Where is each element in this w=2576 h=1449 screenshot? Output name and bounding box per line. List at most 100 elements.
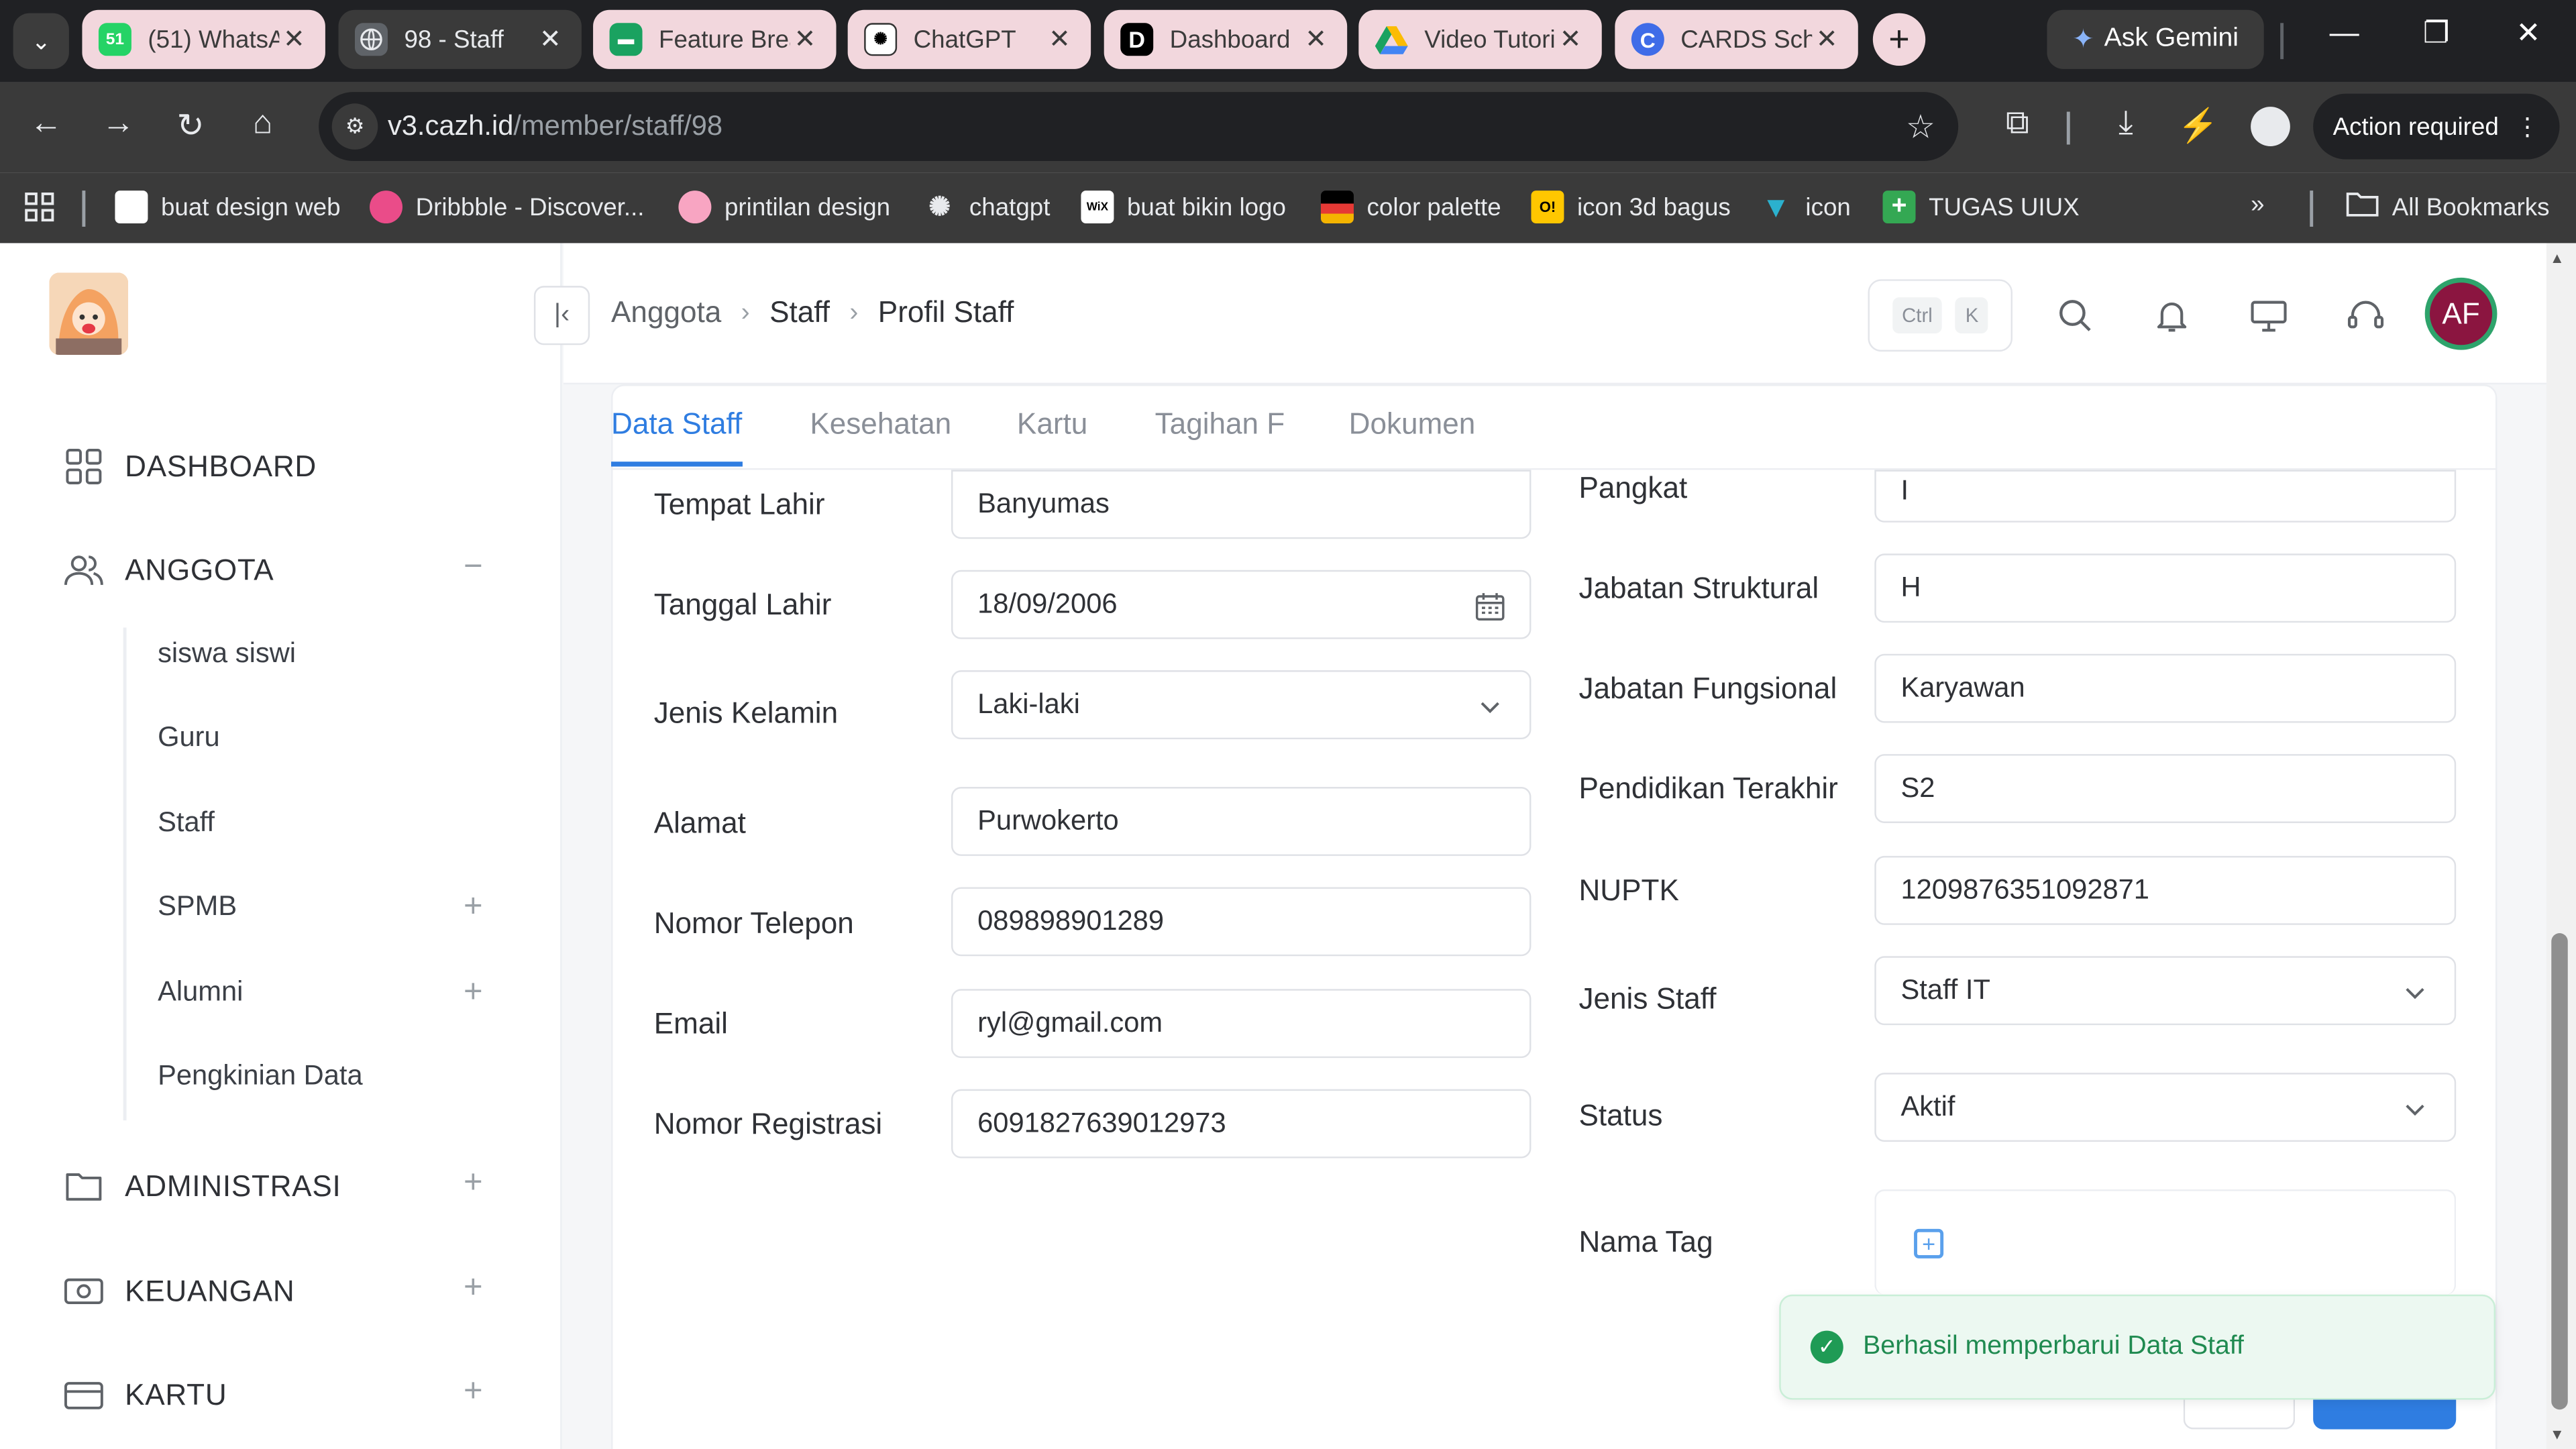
- download-icon[interactable]: ⤓: [2103, 105, 2149, 143]
- expand-kartu-icon[interactable]: +: [457, 1373, 490, 1411]
- alamat-field[interactable]: Purwokerto: [951, 787, 1532, 856]
- field-value: ryl@gmail.com: [977, 1007, 1163, 1038]
- bookmark-item[interactable]: WiX buat bikin logo: [1081, 191, 1286, 224]
- browser-tab-dashboard[interactable]: D Dashboard ✕: [1104, 9, 1348, 69]
- close-icon[interactable]: ✕: [790, 23, 820, 56]
- extensions-icon[interactable]: ⧉: [1994, 105, 2041, 143]
- tab-search-button[interactable]: ⌄: [13, 13, 69, 69]
- jenis-staff-select[interactable]: Staff IT: [1874, 956, 2457, 1026]
- tab-data-staff[interactable]: Data Staff: [611, 407, 743, 467]
- breadcrumb-anggota[interactable]: Anggota: [611, 296, 721, 330]
- close-icon[interactable]: ✕: [1045, 23, 1075, 56]
- search-icon[interactable]: [2055, 296, 2095, 335]
- restore-icon[interactable]: ❐: [2412, 16, 2461, 50]
- expand-keuangan-icon[interactable]: +: [457, 1270, 490, 1307]
- avatar[interactable]: AF: [2424, 277, 2498, 350]
- site-info-icon[interactable]: ⚙: [331, 103, 378, 150]
- close-icon[interactable]: ✕: [1812, 23, 1841, 56]
- collapse-anggota-icon[interactable]: −: [457, 549, 490, 586]
- tab-tagihan[interactable]: Tagihan F: [1155, 407, 1285, 462]
- home-icon[interactable]: ⌂: [240, 105, 286, 143]
- close-icon[interactable]: ✕: [279, 23, 309, 56]
- ask-gemini-button[interactable]: ✦ Ask Gemini: [2047, 9, 2264, 69]
- scroll-down-icon[interactable]: ▼: [2550, 1426, 2565, 1442]
- back-icon[interactable]: ←: [23, 105, 69, 143]
- browser-tab-staff[interactable]: 98 - Staff ✕: [338, 9, 582, 69]
- pendidikan-terakhir-field[interactable]: S2: [1874, 754, 2457, 823]
- bookmark-item[interactable]: O! icon 3d bagus: [1531, 191, 1731, 224]
- sidebar-item-siswa[interactable]: siswa siswi: [158, 637, 296, 670]
- browser-tab-video[interactable]: Video Tutorial ✕: [1358, 9, 1602, 69]
- bookmark-item[interactable]: printilan design: [678, 191, 890, 224]
- browser-tab-cards[interactable]: C CARDS School ✕: [1615, 9, 1858, 69]
- nomor-telepon-field[interactable]: 089898901289: [951, 887, 1532, 957]
- bookmark-item[interactable]: color palette: [1320, 191, 1501, 224]
- add-tag-icon[interactable]: +: [1914, 1228, 1944, 1258]
- reload-icon[interactable]: ↻: [168, 105, 214, 146]
- performance-icon[interactable]: ⚡: [2175, 105, 2221, 146]
- jabatan-fungsional-field[interactable]: Karyawan: [1874, 653, 2457, 723]
- email-field[interactable]: ryl@gmail.com: [951, 989, 1532, 1059]
- nav-anggota[interactable]: ANGGOTA: [62, 549, 274, 592]
- nav-administrasi[interactable]: ADMINISTRASI: [62, 1165, 341, 1208]
- tab-kartu[interactable]: Kartu: [1017, 407, 1087, 462]
- headset-icon[interactable]: [2346, 296, 2385, 335]
- tab-dokumen[interactable]: Dokumen: [1349, 407, 1476, 462]
- bookmark-label: TUGAS UIUX: [1929, 193, 2080, 221]
- collapse-sidebar-button[interactable]: |‹: [533, 286, 590, 345]
- nav-keuangan[interactable]: KEUANGAN: [62, 1270, 294, 1313]
- bookmark-item[interactable]: ✺ chatgpt: [923, 191, 1050, 223]
- bookmark-item[interactable]: + TUGAS UIUX: [1882, 191, 2080, 224]
- close-icon[interactable]: ✕: [1556, 23, 1585, 56]
- apps-grid-icon[interactable]: [23, 191, 56, 223]
- sidebar-item-staff[interactable]: Staff: [158, 806, 215, 839]
- browser-tab-chatgpt[interactable]: ✺ ChatGPT ✕: [847, 9, 1091, 69]
- status-select[interactable]: Aktif: [1874, 1073, 2457, 1142]
- tanggal-lahir-field[interactable]: 18/09/2006: [951, 570, 1532, 639]
- bell-icon[interactable]: [2152, 296, 2192, 335]
- d-icon: D: [1120, 23, 1154, 56]
- command-search-shortcut[interactable]: Ctrl K: [1868, 279, 2013, 352]
- sidebar-item-spmb[interactable]: SPMB: [158, 890, 237, 923]
- iconscout-icon: O!: [1531, 191, 1564, 224]
- address-bar[interactable]: ⚙ v3.cazh.id/member/staff/98 ☆: [319, 92, 1959, 162]
- forward-icon[interactable]: →: [95, 105, 142, 143]
- nav-dashboard[interactable]: DASHBOARD: [62, 445, 317, 488]
- jenis-kelamin-select[interactable]: Laki-laki: [951, 670, 1532, 740]
- app-logo[interactable]: [49, 272, 129, 355]
- action-required-button[interactable]: Action required ⋮: [2313, 93, 2560, 160]
- sidebar-item-alumni[interactable]: Alumni: [158, 976, 243, 1009]
- bookmark-item[interactable]: buat design web: [115, 191, 341, 224]
- tempat-lahir-field[interactable]: Banyumas: [951, 470, 1532, 539]
- new-tab-button[interactable]: +: [1872, 13, 1926, 66]
- field-value: Purwokerto: [977, 805, 1119, 837]
- close-icon[interactable]: ✕: [1301, 23, 1331, 56]
- nomor-registrasi-field[interactable]: 6091827639012973: [951, 1089, 1532, 1159]
- tab-kesehatan[interactable]: Kesehatan: [810, 407, 951, 462]
- browser-tab-feature[interactable]: ▬ Feature Breakdown ✕: [593, 9, 837, 69]
- scrollbar-thumb[interactable]: [2551, 933, 2568, 1410]
- calendar-icon[interactable]: [1474, 590, 1507, 623]
- scroll-up-icon[interactable]: ▲: [2550, 250, 2565, 266]
- browser-tab-whatsapp[interactable]: 51 (51) WhatsApp ✕: [82, 9, 325, 69]
- close-window-icon[interactable]: ✕: [2504, 16, 2553, 50]
- nuptk-field[interactable]: 1209876351092871: [1874, 855, 2457, 925]
- expand-spmb-icon[interactable]: +: [457, 889, 490, 926]
- jabatan-struktural-field[interactable]: H: [1874, 553, 2457, 623]
- minimize-icon[interactable]: —: [2320, 16, 2369, 50]
- sidebar-item-pengkinian[interactable]: Pengkinian Data: [158, 1060, 363, 1093]
- bookmark-item[interactable]: Dribbble - Discover...: [370, 191, 645, 224]
- pangkat-field[interactable]: I: [1874, 470, 2457, 523]
- more-bookmarks-icon[interactable]: »: [2251, 191, 2264, 219]
- sidebar-item-guru[interactable]: Guru: [158, 721, 220, 754]
- expand-administrasi-icon[interactable]: +: [457, 1165, 490, 1202]
- breadcrumb-staff[interactable]: Staff: [769, 296, 830, 330]
- all-bookmarks-button[interactable]: All Bookmarks: [2346, 191, 2549, 223]
- bookmark-star-icon[interactable]: ☆: [1906, 107, 1935, 148]
- expand-alumni-icon[interactable]: +: [457, 974, 490, 1012]
- monitor-icon[interactable]: [2249, 296, 2289, 335]
- nav-kartu[interactable]: KARTU: [62, 1373, 227, 1416]
- profile-icon[interactable]: [2251, 107, 2290, 146]
- close-icon[interactable]: ✕: [535, 23, 565, 56]
- bookmark-item[interactable]: ▼ icon: [1760, 190, 1850, 223]
